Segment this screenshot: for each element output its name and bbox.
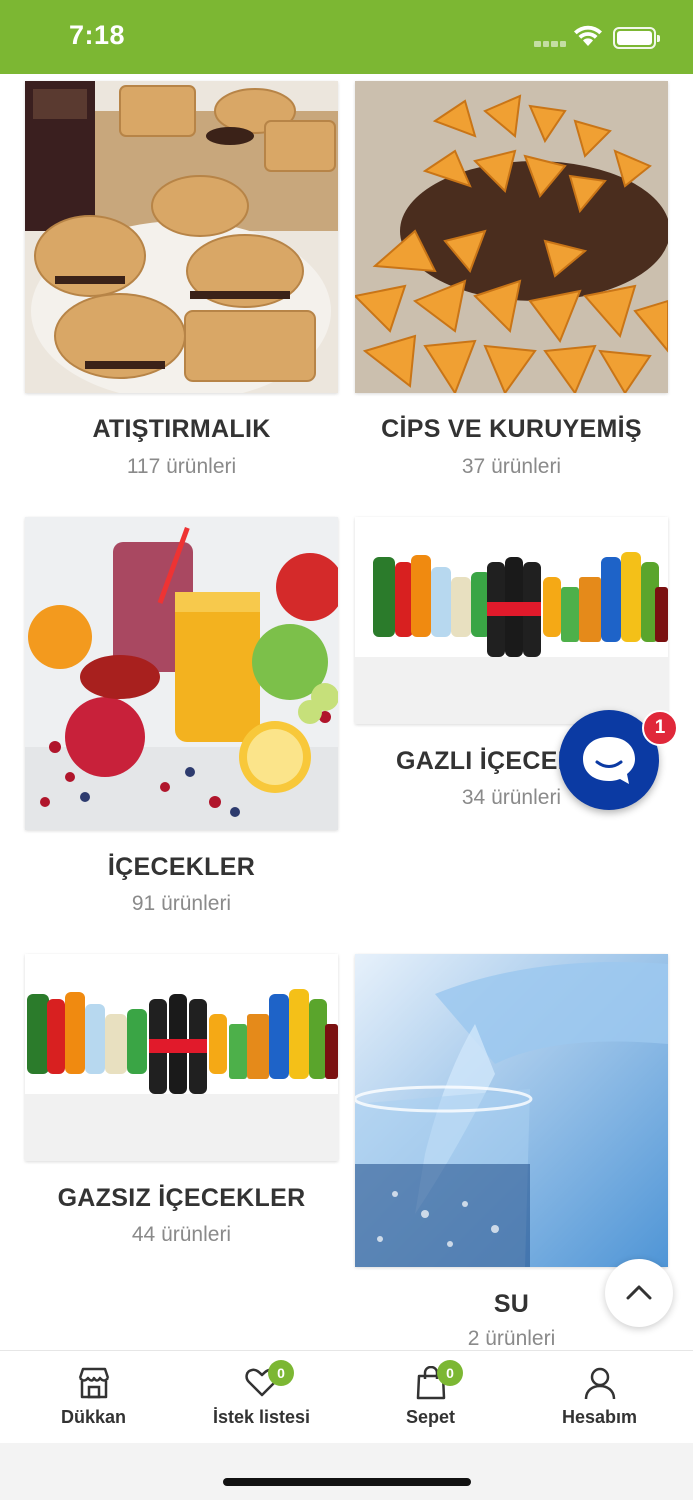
category-card[interactable]: CİPS VE KURUYEMİŞ 37 ürünleri <box>355 81 668 481</box>
category-name[interactable]: GAZSIZ İÇECEKLER <box>25 1184 338 1213</box>
nav-item-cart[interactable]: 0 Sepet <box>344 1351 517 1444</box>
nav-item-shop[interactable]: Dükkan <box>7 1351 180 1444</box>
category-count: 44 ürünleri <box>25 1223 338 1247</box>
category-name[interactable]: İÇECEKLER <box>25 853 338 882</box>
category-name[interactable]: CİPS VE KURUYEMİŞ <box>355 415 668 444</box>
chevron-up-icon <box>605 1259 673 1327</box>
status-bar: 7:18 <box>0 0 693 74</box>
category-card[interactable]: İÇECEKLER 91 ürünleri <box>25 517 338 917</box>
signal-icon <box>534 41 566 47</box>
category-count: 117 ürünleri <box>25 455 338 479</box>
nav-item-account[interactable]: Hesabım <box>513 1351 686 1444</box>
nav-label: Hesabım <box>513 1407 686 1428</box>
store-icon <box>76 1366 112 1400</box>
chat-badge: 1 <box>642 710 678 746</box>
battery-icon <box>613 27 656 49</box>
nav-label: Sepet <box>344 1407 517 1428</box>
category-count: 37 ürünleri <box>355 455 668 479</box>
nav-label: Dükkan <box>7 1407 180 1428</box>
category-image-water-glass[interactable] <box>355 954 668 1267</box>
category-count: 2 ürünleri <box>355 1327 668 1351</box>
category-count: 91 ürünleri <box>25 892 338 916</box>
bottom-nav: Dükkan 0 İstek listesi 0 Sepet Hesabım <box>0 1350 693 1443</box>
category-image-soda-bottles[interactable] <box>25 954 338 1161</box>
status-time: 7:18 <box>69 20 125 51</box>
category-image-soda-bottles[interactable] <box>355 517 668 724</box>
wishlist-count-badge: 0 <box>268 1360 294 1386</box>
scroll-to-top-button[interactable] <box>605 1259 673 1327</box>
nav-label: İstek listesi <box>175 1407 348 1428</box>
category-image-biscuits[interactable] <box>25 81 338 393</box>
category-card[interactable]: ATIŞTIRMALIK 117 ürünleri <box>25 81 338 481</box>
category-image-juices[interactable] <box>25 517 338 830</box>
category-card[interactable]: GAZSIZ İÇECEKLER 44 ürünleri <box>25 954 338 1254</box>
home-indicator-area <box>0 1443 693 1500</box>
user-icon <box>583 1366 617 1400</box>
category-image-chips[interactable] <box>355 81 668 393</box>
cart-count-badge: 0 <box>437 1360 463 1386</box>
wifi-icon <box>573 25 603 47</box>
nav-item-wishlist[interactable]: 0 İstek listesi <box>175 1351 348 1444</box>
category-name[interactable]: ATIŞTIRMALIK <box>25 415 338 444</box>
home-indicator[interactable] <box>223 1478 471 1486</box>
